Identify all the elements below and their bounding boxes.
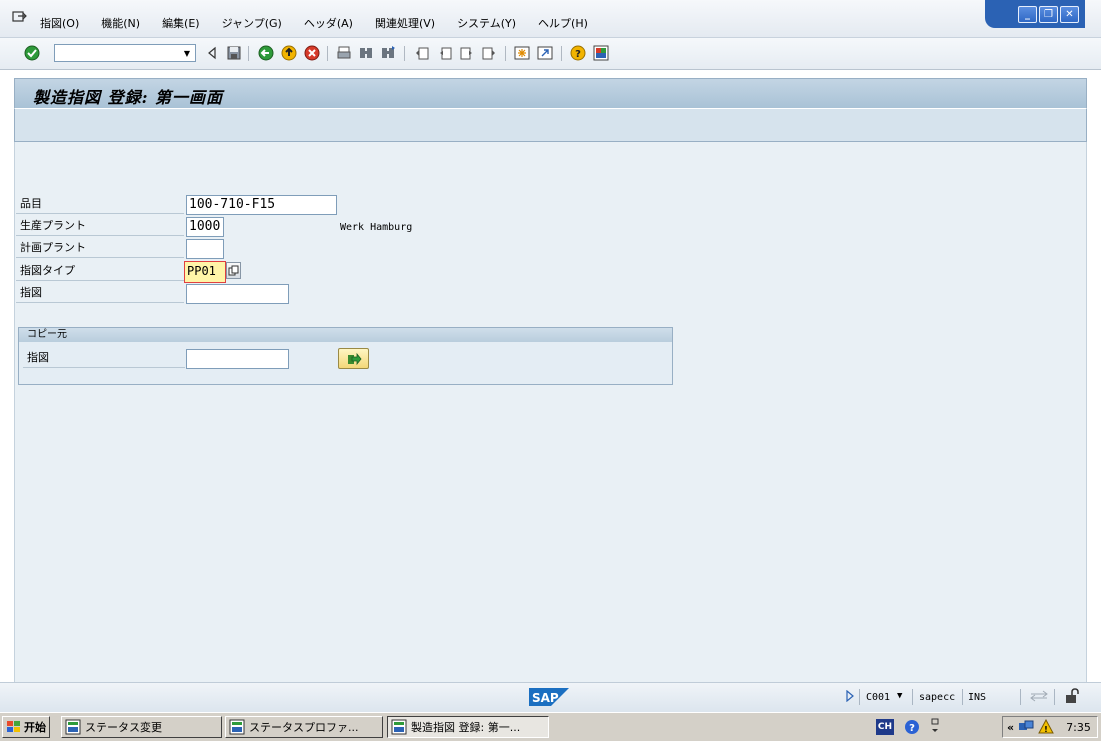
page-title: 製造指図 登録: 第一画面 [33,88,224,107]
shortcut-icon[interactable] [537,45,553,61]
menu-bar: 指図(O) 機能(N) 編集(E) ジャンプ(G) ヘッダ(A) 関連処理(V)… [0,0,1101,38]
planning-plant-input[interactable] [186,239,224,259]
work-area: 品目 100-710-F15 生産プラント 1000 Werk Hamburg … [14,142,1087,682]
application-toolbar [14,108,1087,142]
ime-options-icon[interactable] [930,717,940,738]
next-page-icon[interactable] [459,45,475,61]
insert-mode-indicator: INS [968,692,987,703]
menu-system[interactable]: システム(Y) [457,15,516,31]
status-expand-icon[interactable] [846,689,854,705]
minimize-button[interactable]: _ [1018,5,1037,23]
close-button[interactable]: ✕ [1060,5,1079,23]
new-session-icon[interactable] [514,45,530,61]
connection-icon [1030,690,1048,705]
sap-window-icon [65,719,81,735]
chevron-down-icon[interactable]: ▼ [180,46,194,60]
cancel-icon[interactable] [304,45,320,61]
arrow-right-icon [347,352,362,365]
chevron-down-icon[interactable]: ▼ [897,691,902,701]
menu-extras[interactable]: 関連処理(V) [375,15,435,31]
svg-text:?: ? [575,49,581,60]
copy-order-label: 指図 [23,349,185,368]
language-indicator[interactable]: CH [876,719,894,735]
production-plant-label: 生産プラント [16,217,184,236]
copy-order-input[interactable] [186,349,289,369]
network-icon [1019,720,1034,730]
server-indicator: sapecc [919,692,956,703]
warning-icon: ! [1038,719,1054,734]
print-icon[interactable] [336,45,352,61]
exit-icon[interactable] [281,45,297,61]
taskbar-item-status-change[interactable]: ステータス変更 [61,716,222,738]
sap-logo-text: SAP [532,691,559,705]
back-icon[interactable] [258,45,274,61]
help-icon[interactable]: ? [904,719,920,738]
order-label: 指図 [16,284,184,303]
production-plant-description: Werk Hamburg [340,222,413,233]
enter-icon[interactable] [24,45,40,61]
system-tray: « ! 7:35 [1002,716,1098,738]
menu-function[interactable]: 機能(N) [101,15,140,31]
svg-text:?: ? [909,723,915,734]
copy-from-title: コピー元 [19,328,672,342]
start-label: 开始 [24,721,46,734]
value-help-button[interactable] [226,262,241,279]
production-plant-input[interactable]: 1000 [186,217,224,237]
menu-order[interactable]: 指図(O) [40,15,79,31]
order-type-input[interactable]: PP01 [184,261,226,283]
copy-execute-button[interactable] [338,348,369,369]
history-back-icon[interactable] [204,45,220,61]
start-button[interactable]: 开始 [2,716,50,738]
sap-logo: SAP [529,688,569,706]
standard-toolbar: ▼ ? [0,38,1101,70]
menu-edit[interactable]: 編集(E) [162,15,200,31]
command-field[interactable]: ▼ [54,44,196,62]
sap-window-icon [391,719,407,735]
find-icon[interactable] [358,45,374,61]
order-type-label: 指図タイプ [16,262,184,281]
taskbar-item-status-profile[interactable]: ステータスプロファ... [225,716,383,738]
svg-text:!: ! [1044,725,1048,734]
taskbar-item-production-order[interactable]: 製造指図 登録: 第一... [387,716,549,738]
material-label: 品目 [16,195,184,214]
planning-plant-label: 計画プラント [16,239,184,258]
system-menu-icon[interactable] [12,10,28,24]
screen-title-bar: 製造指図 登録: 第一画面 [14,78,1087,108]
copy-from-group: コピー元 指図 [18,327,673,385]
clock: 7:35 [1066,720,1091,734]
copy-icon [228,265,239,276]
menu-header[interactable]: ヘッダ(A) [304,15,353,31]
windows-taskbar: 开始 ステータス変更 ステータスプロファ... 製造指図 登録: 第一... C… [0,712,1101,741]
layout-menu-icon[interactable] [593,45,609,61]
first-page-icon[interactable] [414,45,430,61]
help-icon[interactable]: ? [570,45,586,61]
order-input[interactable] [186,284,289,304]
windows-logo-icon [7,721,20,732]
window-controls: _ ❐ ✕ [985,0,1085,28]
find-next-icon[interactable] [380,45,396,61]
menu-help[interactable]: ヘルプ(H) [538,15,588,31]
save-icon[interactable] [226,45,242,61]
material-input[interactable]: 100-710-F15 [186,195,337,215]
status-bar: SAP C001 ▼ sapecc INS [0,682,1101,712]
lock-icon[interactable] [1064,688,1080,707]
previous-page-icon[interactable] [437,45,453,61]
tray-expand-icon[interactable]: « [1007,721,1014,734]
sap-window-icon [229,719,245,735]
menu-goto[interactable]: ジャンプ(G) [222,15,282,31]
last-page-icon[interactable] [481,45,497,61]
client-indicator: C001 [866,692,891,703]
restore-button[interactable]: ❐ [1039,5,1058,23]
